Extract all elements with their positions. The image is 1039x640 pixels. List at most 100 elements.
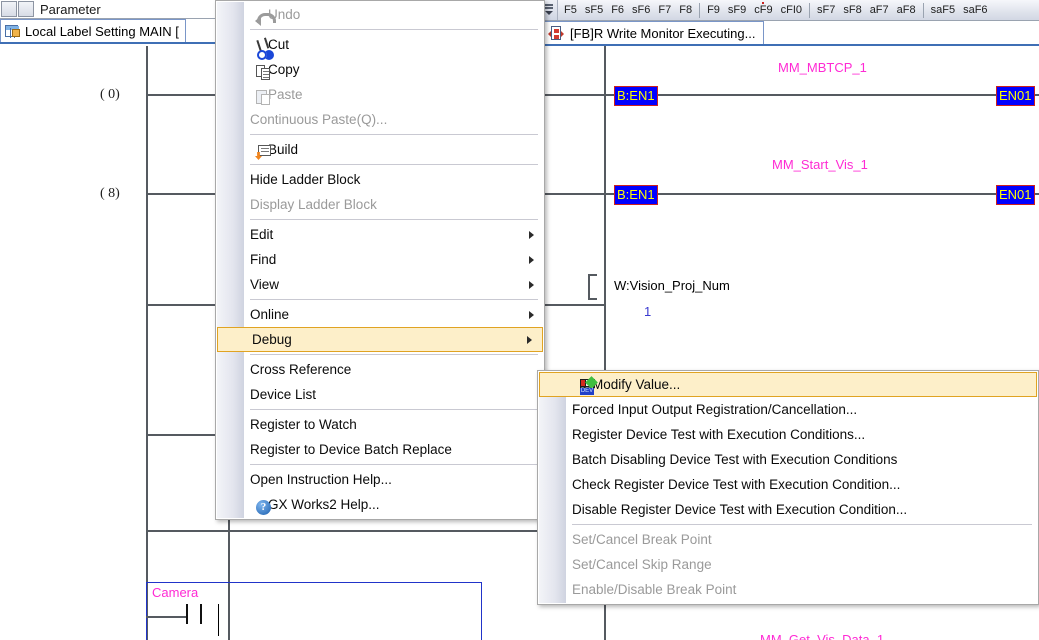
menu-item-register-to-device-batch-replace[interactable]: Register to Device Batch Replace [216,437,544,462]
contact-symbol[interactable] [186,604,202,624]
menu-item-device-list[interactable]: Device List [216,382,544,407]
menu-item-set-cancel-break-point[interactable]: Set/Cancel Break Point [538,527,1038,552]
menu-item-set-cancel-skip-range-label: Set/Cancel Skip Range [572,557,712,572]
menu-item-set-cancel-skip-range[interactable]: Set/Cancel Skip Range [538,552,1038,577]
fkey-f8[interactable]: F8 [675,0,696,21]
fb-block-name: MM_Start_Vis_1 [772,157,868,172]
menu-item-check-register-device-test-label: Check Register Device Test with Executio… [572,477,901,492]
fb-output-pin[interactable]: EN01 [996,86,1035,106]
fkey-af7[interactable]: aF7 [866,0,893,21]
menu-item-edit-label: Edit [250,227,274,242]
menu-item-open-instruction-help-label: Open Instruction Help... [250,472,392,487]
fkey-saf6[interactable]: saF6 [959,0,991,21]
menu-item-continuous-paste-label: Continuous Paste(Q)... [250,112,388,127]
menu-item-edit[interactable]: Edit [216,222,544,247]
tree-item-parameter[interactable]: Parameter [40,2,101,17]
menu-item-enable-disable-break-point[interactable]: Enable/Disable Break Point [538,577,1038,602]
fkey-sf8[interactable]: sF8 [839,0,865,21]
menu-item-view[interactable]: View [216,272,544,297]
toolbar-separator [922,2,924,18]
fkey-f5[interactable]: F5 [560,0,581,21]
contact-wire [146,616,186,618]
menu-item-cut[interactable]: Cut [216,32,544,60]
contact-label[interactable]: Camera [152,585,198,600]
menu-item-hide-ladder-block-label: Hide Ladder Block [250,172,361,187]
chevron-right-icon [529,230,534,239]
menu-item-register-to-device-batch-replace-label: Register to Device Batch Replace [250,442,452,457]
fkey-cf10[interactable]: cFI0 [777,0,806,21]
chevron-right-icon [527,335,532,344]
menu-item-online-label: Online [250,307,290,322]
fb-output-pin[interactable]: EN01 [996,185,1035,205]
chevron-right-icon [529,310,534,319]
menu-item-find[interactable]: Find [216,247,544,272]
fkey-sf6[interactable]: sF6 [628,0,654,21]
ladder-step-number: ( 8) [100,186,120,201]
ladder-step-number: ( 0) [100,87,120,102]
tab-fb-write-monitor[interactable]: [FB]R Write Monitor Executing... [543,21,765,44]
context-menu[interactable]: Undo Cut Copy Paste Continuous Paste(Q).… [215,0,545,520]
fkey-sf9[interactable]: sF9 [724,0,750,21]
undo-icon [255,9,276,27]
tab-local-label-setting[interactable]: Local Label Setting MAIN [ [0,19,186,42]
fb-block-name: MM_Get_Vis_Data_1 [760,632,885,640]
fkey-af8[interactable]: aF8 [893,0,920,21]
menu-item-copy[interactable]: Copy [216,57,544,82]
fkey-f9[interactable]: F9 [703,0,724,21]
label-setting-icon [5,24,20,38]
fkey-sf5[interactable]: sF5 [581,0,607,21]
fkey-f7[interactable]: F7 [654,0,675,21]
tab-local-label-setting-label: Local Label Setting MAIN [ [25,23,179,39]
shortcut-toolbar: F5 sF5 F6 sF6 F7 F8 F9 sF9 cF9 cFI0 sF7 … [540,0,1039,21]
menu-item-display-ladder-block[interactable]: Display Ladder Block [216,192,544,217]
fb-input-pin[interactable]: B:EN1 [614,185,658,205]
modify-value-icon: DEV [579,376,598,396]
menu-item-cross-reference-label: Cross Reference [250,362,352,377]
menu-item-open-instruction-help[interactable]: Open Instruction Help... [216,467,544,492]
menu-item-register-to-watch[interactable]: Register to Watch [216,412,544,437]
device-current-value: 1 [644,304,652,319]
menu-separator [250,409,538,410]
menu-item-display-ladder-block-label: Display Ladder Block [250,197,377,212]
menu-item-debug[interactable]: Debug [217,327,543,352]
toolbar-separator [809,2,810,18]
menu-item-batch-disabling-device-test[interactable]: Batch Disabling Device Test with Executi… [538,447,1038,472]
menu-item-register-device-test-label: Register Device Test with Execution Cond… [572,427,866,442]
fkey-saf5[interactable]: saF5 [927,0,959,21]
menu-item-register-to-watch-label: Register to Watch [250,417,357,432]
edit-cursor [218,604,219,636]
menu-item-gx-works2-help-label: GX Works2 Help... [268,497,380,512]
menu-item-build[interactable]: Build [216,137,544,162]
menu-item-disable-register-device-test[interactable]: Disable Register Device Test with Execut… [538,497,1038,522]
toolbar-separator [699,2,701,18]
menu-separator [250,464,538,465]
menu-item-register-device-test[interactable]: Register Device Test with Execution Cond… [538,422,1038,447]
tree-expander-icon[interactable] [1,1,17,17]
menu-item-batch-disabling-device-test-label: Batch Disabling Device Test with Executi… [572,452,898,467]
menu-item-continuous-paste[interactable]: Continuous Paste(Q)... [216,107,544,132]
menu-item-view-label: View [250,277,280,292]
fb-input-pin[interactable]: B:EN1 [614,86,658,106]
menu-item-undo[interactable]: Undo [216,2,544,27]
menu-item-forced-io-registration[interactable]: Forced Input Output Registration/Cancell… [538,397,1038,422]
fkey-cf9[interactable]: cF9 [750,0,776,21]
menu-item-enable-disable-break-point-label: Enable/Disable Break Point [572,582,737,597]
menu-item-hide-ladder-block[interactable]: Hide Ladder Block [216,167,544,192]
menu-item-cross-reference[interactable]: Cross Reference [216,357,544,382]
menu-item-gx-works2-help[interactable]: ? GX Works2 Help... [216,492,544,517]
tab-fb-write-monitor-label: [FB]R Write Monitor Executing... [570,25,756,41]
device-label[interactable]: W:Vision_Proj_Num [614,278,730,293]
monitor-tab-bar: [FB]R Write Monitor Executing... [540,21,1039,45]
menu-item-modify-value[interactable]: DEV Modify Value... [539,372,1037,397]
gx-works2-window: Parameter Local Label Setting MAIN [ F5 … [0,0,1039,640]
menu-separator [572,524,1032,525]
menu-item-paste[interactable]: Paste [216,82,544,107]
tree-node-icon[interactable] [18,1,34,17]
menu-item-check-register-device-test[interactable]: Check Register Device Test with Executio… [538,472,1038,497]
menu-item-online[interactable]: Online [216,302,544,327]
menu-separator [250,164,538,165]
help-icon: ? [255,499,273,517]
debug-submenu[interactable]: DEV Modify Value... Forced Input Output … [537,370,1039,605]
fkey-sf7[interactable]: sF7 [813,0,839,21]
fkey-f6[interactable]: F6 [607,0,628,21]
